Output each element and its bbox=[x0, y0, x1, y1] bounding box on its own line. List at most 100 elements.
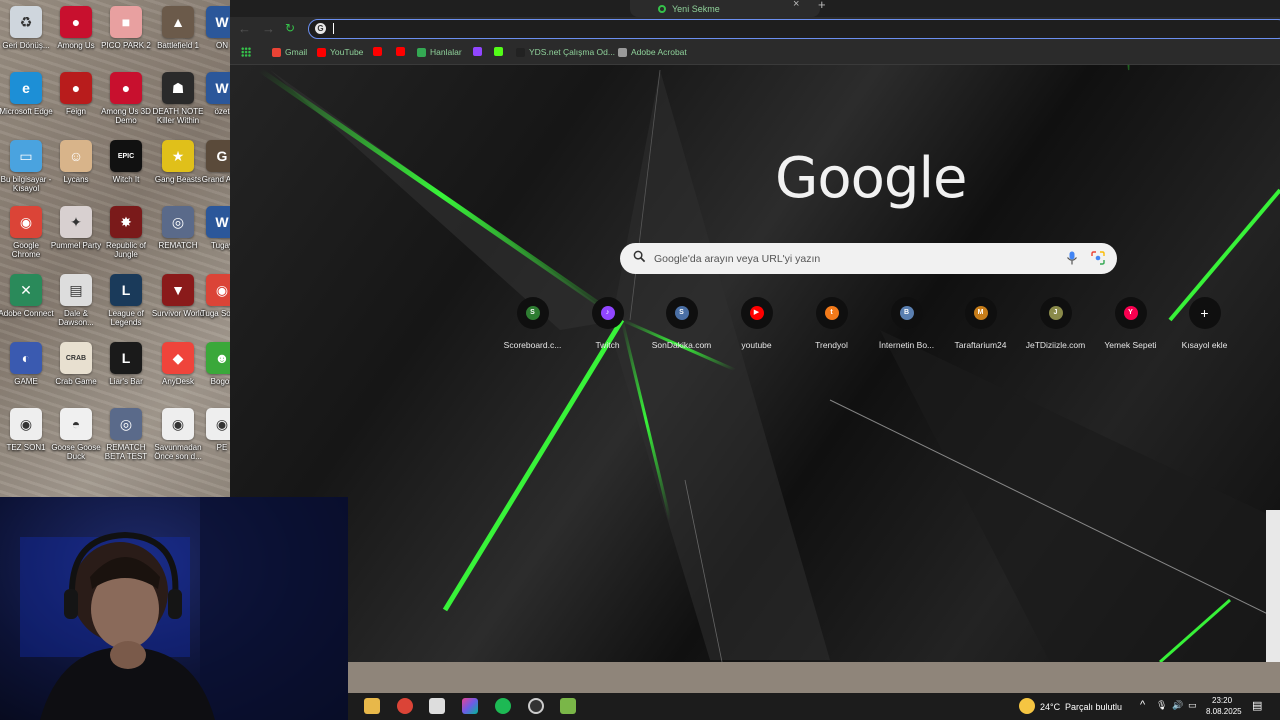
desktop-icon[interactable]: ● Feign bbox=[50, 72, 102, 116]
bookmark-favicon-icon bbox=[618, 47, 627, 57]
shortcut-circle: Y bbox=[1114, 297, 1147, 329]
taskbar: 24°C Parçalı bulutlu ^ 🎙 🔊 ▭ 23:20 8.08.… bbox=[348, 693, 1280, 720]
desktop-icon[interactable]: ▤ Dale & Dawson... bbox=[50, 274, 102, 327]
shortcut-tile[interactable]: J JeTDiziizle.com bbox=[1018, 297, 1093, 350]
reload-icon[interactable]: ↻ bbox=[285, 21, 295, 35]
desktop-icon[interactable]: ◓ Goose Goose Duck bbox=[50, 408, 102, 461]
tab-new-tab[interactable]: Yeni Sekme bbox=[630, 0, 820, 17]
desktop-icon[interactable]: e Microsoft Edge bbox=[0, 72, 53, 116]
desktop-icon[interactable]: ■ PICO PARK 2 bbox=[100, 6, 152, 50]
desktop-icon[interactable]: Wözet bbox=[196, 72, 230, 116]
weather-icon[interactable] bbox=[1019, 698, 1035, 714]
apps-grid-icon[interactable] bbox=[241, 47, 251, 57]
obs-icon[interactable] bbox=[528, 698, 544, 714]
search-box[interactable]: Google'da arayın veya URL'yi yazın bbox=[620, 243, 1117, 274]
bookmark-item[interactable]: Adobe Acrobat bbox=[618, 47, 687, 57]
shortcut-label: Kısayol ekle bbox=[1181, 340, 1228, 350]
bookmark-label: YouTube bbox=[330, 47, 364, 57]
bookmark-label: Hanlalar bbox=[430, 47, 462, 57]
rematch-beta-icon: ◎ bbox=[110, 408, 142, 440]
desktop-icon[interactable]: ◉ Tuga Son H bbox=[196, 274, 230, 318]
shortcut-tile[interactable]: t Trendyol bbox=[794, 297, 869, 350]
bookmark-item[interactable]: Gmail bbox=[272, 47, 307, 57]
bookmark-item[interactable]: YDS.net Çalışma Od... bbox=[516, 47, 615, 57]
desktop-icon[interactable]: ☻ Bogos bbox=[196, 342, 230, 386]
desktop-icon[interactable]: ✦ Pummel Party bbox=[50, 206, 102, 250]
address-bar[interactable]: G bbox=[308, 19, 1280, 39]
desktop-icon[interactable]: ◐ GAME bbox=[0, 342, 52, 386]
chrome-taskbar-icon[interactable] bbox=[397, 698, 413, 714]
new-tab-plus-icon[interactable]: + bbox=[818, 0, 826, 12]
page-scrollbar[interactable] bbox=[1266, 510, 1280, 662]
volume-icon[interactable]: 🔊 bbox=[1172, 700, 1183, 711]
desktop-icon[interactable]: ◎ REMATCH BETA TEST bbox=[100, 408, 152, 461]
desktop-icon[interactable]: CRAB Crab Game bbox=[50, 342, 102, 386]
shortcut-favicon-icon: S bbox=[525, 306, 540, 320]
bookmark-favicon-icon bbox=[417, 47, 426, 57]
notification-icon[interactable]: ▤ bbox=[1252, 699, 1262, 712]
tab-close-icon[interactable]: × bbox=[793, 0, 799, 10]
bookmark-item[interactable] bbox=[494, 47, 507, 56]
shortcut-tile[interactable]: S Scoreboard.c... bbox=[495, 297, 570, 350]
store-icon[interactable] bbox=[429, 698, 445, 714]
shortcut-tile[interactable]: ♪ Twitch bbox=[570, 297, 645, 350]
desktop-icon[interactable]: ◉ PE bbox=[196, 408, 230, 452]
desktop-icon[interactable]: ● Among Us bbox=[50, 6, 102, 50]
desktop-icon[interactable]: L Liar's Bar bbox=[100, 342, 152, 386]
desktop-icon[interactable]: ◉ TEZ SON1 bbox=[0, 408, 52, 452]
bookmark-item[interactable]: Hanlalar bbox=[417, 47, 462, 57]
weather-desc[interactable]: Parçalı bulutlu bbox=[1065, 702, 1122, 712]
bookmark-favicon-icon bbox=[516, 47, 525, 57]
app-icon[interactable] bbox=[560, 698, 576, 714]
gang-beasts-icon: ★ bbox=[162, 140, 194, 172]
desktop-icon-label: Grand Auto bbox=[201, 175, 230, 184]
webcam-person bbox=[20, 497, 348, 720]
desktop-icon[interactable]: ▭ Bu bilgisayar - Kısayol bbox=[0, 140, 52, 193]
file-explorer-icon[interactable] bbox=[364, 698, 380, 714]
desktop-icon[interactable]: ◉ Google Chrome bbox=[0, 206, 52, 259]
desktop-icon[interactable]: ● Among Us 3D Demo bbox=[100, 72, 152, 125]
back-arrow-icon[interactable]: ← bbox=[238, 21, 251, 36]
desktop-icon[interactable]: ☺ Lycans bbox=[50, 140, 102, 184]
chrome-icon: ◉ bbox=[10, 206, 42, 238]
forward-arrow-icon[interactable]: → bbox=[262, 21, 275, 36]
bookmark-item[interactable] bbox=[373, 47, 386, 56]
bookmark-item[interactable] bbox=[396, 47, 409, 56]
shortcut-tile[interactable]: Y Yemek Sepeti bbox=[1093, 297, 1168, 350]
spotify-icon[interactable] bbox=[495, 698, 511, 714]
desktop-icon[interactable]: EPIC Witch It bbox=[100, 140, 152, 184]
copilot-icon[interactable] bbox=[462, 698, 478, 714]
desktop-icon[interactable]: G Grand Auto bbox=[196, 140, 230, 184]
microphone-icon[interactable] bbox=[1066, 251, 1078, 265]
desktop-icon-label: Feign bbox=[65, 107, 86, 116]
desktop-icon[interactable]: W ON bbox=[196, 6, 230, 50]
tab-title: Yeni Sekme bbox=[672, 3, 720, 14]
desktop-icon[interactable]: W Tugay bbox=[196, 206, 230, 250]
clock-date[interactable]: 8.08.2025 bbox=[1206, 707, 1242, 716]
clock-time[interactable]: 23:20 bbox=[1212, 696, 1232, 705]
microphone-tray-icon[interactable]: 🎙 bbox=[1156, 700, 1167, 711]
shortcut-circle: S bbox=[665, 297, 698, 329]
shortcut-label: Twitch bbox=[595, 340, 620, 350]
bookmark-item[interactable] bbox=[473, 47, 486, 56]
desktop-icon[interactable]: ♻ Geri Dönüş... bbox=[0, 6, 52, 50]
shortcut-tile[interactable]: S SonDakika.com bbox=[644, 297, 719, 350]
shortcut-favicon-icon: M bbox=[973, 306, 988, 320]
google-lens-icon[interactable] bbox=[1091, 251, 1105, 265]
bookmark-item[interactable]: YouTube bbox=[317, 47, 363, 57]
weather-temp[interactable]: 24°C bbox=[1040, 702, 1060, 712]
desktop-icon-label: TEZ SON1 bbox=[6, 443, 46, 452]
dale-dawson-icon: ▤ bbox=[60, 274, 92, 306]
desktop-icon-label: Geri Dönüş... bbox=[2, 41, 50, 50]
shortcut-tile[interactable]: ▶ youtube bbox=[719, 297, 794, 350]
desktop-icon[interactable]: L League of Legends bbox=[100, 274, 152, 327]
desktop-icon-label: Bogos bbox=[210, 377, 230, 386]
desktop-icon[interactable]: ✕ Adobe Connect bbox=[0, 274, 54, 318]
shortcut-tile[interactable]: + Kısayol ekle bbox=[1167, 297, 1242, 350]
shortcut-tile[interactable]: M Taraftarium24 bbox=[943, 297, 1018, 350]
network-icon[interactable]: ▭ bbox=[1188, 700, 1197, 711]
desktop-icon[interactable]: ✸ Republic of Jungle bbox=[100, 206, 152, 259]
chrome-doc-icon: ◉ bbox=[206, 408, 230, 440]
chevron-up-icon[interactable]: ^ bbox=[1140, 699, 1145, 711]
shortcut-tile[interactable]: B İnternetin Bo... bbox=[869, 297, 944, 350]
